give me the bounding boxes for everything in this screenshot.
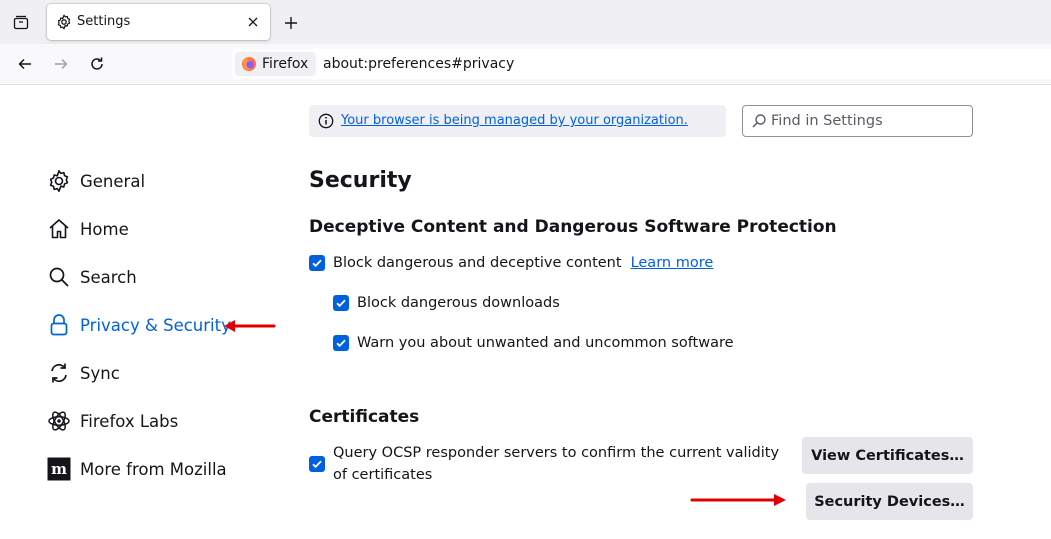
mozilla-icon: m [46, 456, 72, 482]
identity-label: Firefox [262, 56, 309, 72]
checkmark-icon [312, 259, 322, 268]
reload-icon [91, 57, 103, 70]
sync-icon [46, 360, 72, 386]
ocsp-label[interactable]: Query OCSP responder servers to confirm … [333, 442, 791, 486]
gear-icon [57, 14, 71, 30]
find-in-settings-box[interactable] [742, 105, 973, 137]
block-downloads-label[interactable]: Block dangerous downloads [357, 292, 560, 314]
block-deceptive-label[interactable]: Block dangerous and deceptive content [333, 252, 622, 274]
annotation-arrow [690, 494, 786, 506]
forward-arrow-icon [55, 58, 68, 70]
sidebar-item-sync[interactable]: Sync [46, 357, 120, 389]
identity-box[interactable]: Firefox [235, 52, 317, 76]
tab-strip: Settings [0, 0, 1051, 44]
url-bar[interactable]: Firefox about:preferences#privacy [232, 49, 1051, 79]
ocsp-checkbox[interactable] [309, 456, 325, 472]
warn-unwanted-checkbox[interactable] [333, 335, 349, 351]
block-deceptive-checkbox[interactable] [309, 255, 325, 271]
tab-list-button[interactable] [9, 10, 33, 34]
security-devices-button[interactable]: Security Devices… [806, 483, 973, 520]
plus-icon [285, 17, 297, 29]
sidebar-item-more-from-mozilla[interactable]: m More from Mozilla [46, 453, 227, 485]
block-downloads-checkbox[interactable] [333, 295, 349, 311]
lock-icon [46, 312, 72, 338]
sidebar-item-label: General [80, 171, 146, 191]
checkmark-icon [312, 460, 322, 469]
gear-icon [46, 168, 72, 194]
url-text[interactable]: about:preferences#privacy [323, 55, 514, 73]
tab-settings[interactable]: Settings [47, 4, 270, 40]
reload-button[interactable] [85, 52, 109, 76]
warn-unwanted-row: Warn you about unwanted and uncommon sof… [333, 332, 734, 354]
home-icon [46, 216, 72, 242]
sidebar-item-label: More from Mozilla [80, 459, 227, 479]
atom-icon [46, 408, 72, 434]
sidebar-item-label: Firefox Labs [80, 411, 179, 431]
close-icon [248, 17, 258, 27]
tab-title: Settings [77, 14, 131, 29]
block-downloads-row: Block dangerous downloads [333, 292, 560, 314]
sidebar-item-label: Sync [80, 363, 120, 383]
forward-button[interactable] [49, 52, 73, 76]
back-arrow-icon [18, 58, 31, 70]
search-input[interactable] [771, 111, 961, 131]
section-heading-security: Security [309, 168, 412, 193]
back-button[interactable] [13, 52, 37, 76]
sidebar-item-home[interactable]: Home [46, 213, 129, 245]
sidebar-item-search[interactable]: Search [46, 261, 137, 293]
info-icon [318, 113, 334, 129]
sidebar-item-label: Privacy & Security [80, 315, 231, 335]
tab-list-icon [13, 15, 29, 30]
warn-unwanted-label[interactable]: Warn you about unwanted and uncommon sof… [357, 332, 734, 354]
sidebar-item-privacy-security[interactable]: Privacy & Security [46, 309, 231, 341]
search-icon [752, 114, 766, 128]
firefox-logo-icon [242, 57, 256, 71]
sidebar-item-firefox-labs[interactable]: Firefox Labs [46, 405, 178, 437]
sidebar-item-general[interactable]: General [46, 165, 145, 197]
policies-notice: Your browser is being managed by your or… [309, 105, 726, 137]
block-deceptive-row: Block dangerous and deceptive content Le… [309, 252, 713, 274]
close-tab-button[interactable] [244, 13, 262, 31]
search-icon [46, 264, 72, 290]
svg-text:m: m [51, 460, 67, 478]
deceptive-content-heading: Deceptive Content and Dangerous Software… [309, 217, 837, 237]
certificates-heading: Certificates [309, 407, 420, 427]
view-certificates-button[interactable]: View Certificates… [802, 437, 973, 474]
new-tab-button[interactable] [281, 13, 301, 33]
sidebar-item-label: Home [80, 219, 129, 239]
checkmark-icon [336, 339, 346, 348]
learn-more-link[interactable]: Learn more [631, 255, 714, 271]
policies-link[interactable]: Your browser is being managed by your or… [341, 113, 688, 129]
sidebar-item-label: Search [80, 267, 137, 287]
navigation-toolbar: Firefox about:preferences#privacy [0, 44, 1051, 85]
checkmark-icon [336, 299, 346, 308]
